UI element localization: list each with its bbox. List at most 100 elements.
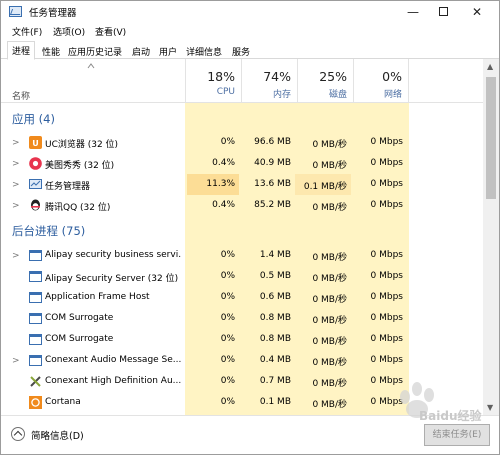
cpu-value: 0%: [220, 271, 235, 281]
disk-value: 0 MB/秒: [312, 203, 347, 213]
app-window-icon: [29, 250, 42, 261]
group-header-apps[interactable]: 应用 (4): [1, 107, 483, 131]
process-row[interactable]: Application Frame Host 0% 0.6 MB 0 MB/秒 …: [1, 287, 483, 308]
chevron-right-icon[interactable]: >: [12, 159, 20, 169]
process-name: Alipay Security Server (32 位): [45, 274, 179, 284]
cpu-value: 0.4%: [212, 200, 235, 210]
memory-value: 0.6 MB: [259, 292, 291, 302]
close-button[interactable]: ✕: [461, 1, 493, 23]
network-column-label: 网络: [383, 90, 402, 100]
column-disk[interactable]: 25% 磁盘: [297, 59, 353, 103]
memory-value: 0.8 MB: [259, 334, 291, 344]
cpu-value: 0%: [220, 292, 235, 302]
group-title-background: 后台进程 (75): [12, 224, 86, 238]
tab-users[interactable]: 用户: [154, 42, 182, 59]
fewer-details-button[interactable]: 简略信息(D): [31, 428, 84, 442]
tab-performance[interactable]: 性能: [37, 42, 65, 59]
tab-startup[interactable]: 启动: [127, 42, 155, 59]
cpu-value: 0%: [220, 355, 235, 365]
network-value: 0 Mbps: [370, 250, 403, 260]
process-row[interactable]: > Alipay security business servi... 0% 1…: [1, 245, 483, 266]
scroll-up-icon[interactable]: ▲: [487, 62, 493, 71]
menu-view[interactable]: 查看(V): [95, 25, 126, 38]
app-window-icon: [29, 292, 42, 303]
memory-value: 1.4 MB: [259, 250, 291, 260]
meitu-icon: [29, 157, 42, 170]
chevron-up-icon[interactable]: [11, 427, 25, 441]
menu-options[interactable]: 选项(O): [53, 25, 85, 38]
app-window-icon: [29, 355, 42, 366]
memory-value: 85.2 MB: [254, 200, 291, 210]
cpu-value: 0%: [220, 334, 235, 344]
process-row[interactable]: > 任务管理器 11.3% 13.6 MB 0.1 MB/秒 0 Mbps: [1, 174, 483, 195]
process-list: 应用 (4) > U UC浏览器 (32 位) 0% 96.6 MB 0 MB/…: [1, 103, 483, 415]
chevron-right-icon[interactable]: >: [12, 180, 20, 190]
sort-up-icon: [87, 63, 95, 69]
chevron-right-icon[interactable]: >: [12, 201, 20, 211]
qq-icon: [31, 199, 40, 211]
uc-browser-icon: U: [29, 136, 42, 149]
disk-value: 0.1 MB/秒: [303, 182, 347, 192]
tab-processes[interactable]: 进程: [7, 41, 36, 60]
network-value: 0 Mbps: [370, 137, 403, 147]
app-window-icon: [29, 334, 42, 345]
minimize-button[interactable]: —: [397, 1, 429, 23]
column-network[interactable]: 0% 网络: [353, 59, 409, 103]
process-name: COM Surrogate: [45, 334, 114, 344]
process-name: UC浏览器 (32 位): [45, 140, 119, 150]
process-row[interactable]: COM Surrogate 0% 0.8 MB 0 MB/秒 0 Mbps: [1, 329, 483, 350]
network-total-percent: 0%: [382, 69, 402, 84]
vertical-scrollbar[interactable]: ▲ ▼: [483, 59, 499, 415]
chevron-right-icon[interactable]: >: [12, 138, 20, 148]
disk-value: 0 MB/秒: [312, 400, 347, 410]
cpu-total-percent: 18%: [207, 69, 235, 84]
disk-total-percent: 25%: [319, 69, 347, 84]
task-manager-icon: [9, 6, 22, 17]
process-name: Conexant Audio Message Se...: [45, 355, 181, 365]
disk-value: 0 MB/秒: [312, 358, 347, 368]
memory-column-label: 内存: [272, 90, 291, 100]
network-value: 0 Mbps: [370, 334, 403, 344]
memory-value: 0.8 MB: [259, 313, 291, 323]
process-name: Cortana: [45, 397, 81, 407]
disk-value: 0 MB/秒: [312, 253, 347, 263]
process-name: 任务管理器: [45, 182, 91, 192]
cpu-value: 0%: [220, 313, 235, 323]
cpu-value: 0.4%: [212, 158, 235, 168]
memory-value: 13.6 MB: [254, 179, 291, 189]
chevron-right-icon[interactable]: >: [12, 356, 20, 366]
chevron-right-icon[interactable]: >: [12, 251, 20, 261]
process-row[interactable]: > 腾讯QQ (32 位) 0.4% 85.2 MB 0 MB/秒 0 Mbps: [1, 195, 483, 216]
disk-value: 0 MB/秒: [312, 274, 347, 284]
menu-bar: 文件(F) 选项(O) 查看(V): [1, 23, 499, 39]
group-header-background[interactable]: 后台进程 (75): [1, 219, 483, 243]
process-name: Alipay security business servi...: [45, 250, 181, 260]
process-name: COM Surrogate: [45, 313, 114, 323]
scroll-thumb[interactable]: [486, 77, 496, 199]
process-row[interactable]: > U UC浏览器 (32 位) 0% 96.6 MB 0 MB/秒 0 Mbp…: [1, 132, 483, 153]
process-name: 腾讯QQ (32 位): [45, 203, 111, 213]
tab-details[interactable]: 详细信息: [181, 42, 227, 59]
disk-value: 0 MB/秒: [312, 295, 347, 305]
title-bar[interactable]: 任务管理器 — ✕: [1, 1, 499, 23]
maximize-button[interactable]: [427, 1, 459, 23]
cpu-value: 11.3%: [206, 179, 235, 189]
process-row[interactable]: > 美图秀秀 (32 位) 0.4% 40.9 MB 0 MB/秒 0 Mbps: [1, 153, 483, 174]
app-window-icon: [29, 271, 42, 282]
cpu-column-label: CPU: [216, 87, 235, 97]
menu-file[interactable]: 文件(F): [12, 25, 42, 38]
column-cpu[interactable]: 18% CPU: [185, 59, 241, 103]
column-name[interactable]: 名称: [12, 89, 30, 102]
tab-services[interactable]: 服务: [227, 42, 255, 59]
process-row[interactable]: COM Surrogate 0% 0.8 MB 0 MB/秒 0 Mbps: [1, 308, 483, 329]
column-memory[interactable]: 74% 内存: [241, 59, 297, 103]
svg-text:U: U: [32, 139, 39, 148]
task-manager-icon: [29, 179, 42, 189]
task-manager-window: 任务管理器 — ✕ 文件(F) 选项(O) 查看(V) 进程 性能 应用历史记录…: [0, 0, 500, 455]
process-row[interactable]: Alipay Security Server (32 位) 0% 0.5 MB …: [1, 266, 483, 287]
process-name: 美图秀秀 (32 位): [45, 161, 115, 171]
memory-value: 40.9 MB: [254, 158, 291, 168]
process-row[interactable]: > Conexant Audio Message Se... 0% 0.4 MB…: [1, 350, 483, 371]
tab-app-history[interactable]: 应用历史记录: [63, 42, 127, 59]
memory-value: 0.7 MB: [259, 376, 291, 386]
